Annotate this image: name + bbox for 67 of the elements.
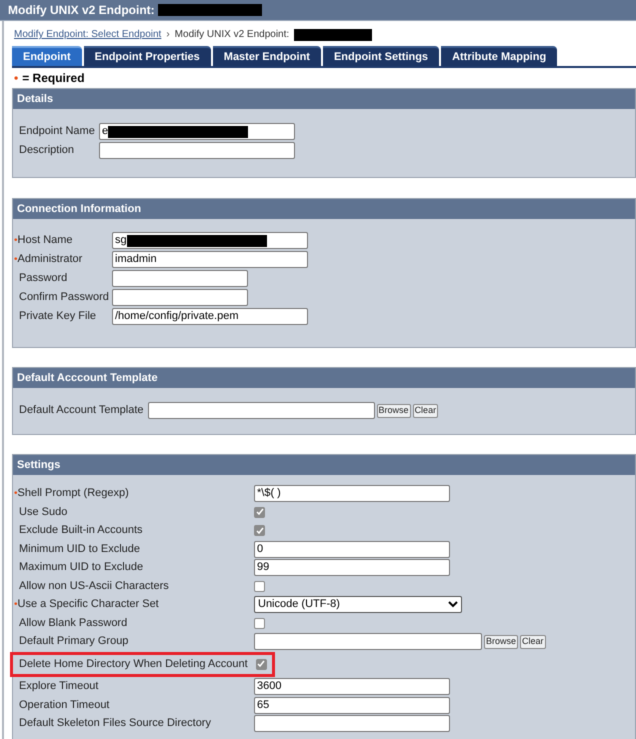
breadcrumb-separator: › xyxy=(166,28,170,42)
field-label: Description xyxy=(19,143,74,158)
breadcrumb-text: Modify UNIX v2 Endpoint: xyxy=(174,28,290,42)
checkbox[interactable] xyxy=(254,580,265,592)
field-label: Confirm Password xyxy=(19,290,109,306)
input-field[interactable] xyxy=(112,289,248,306)
input-field[interactable]: /home/config/private.pem xyxy=(112,308,308,325)
required-marker: • xyxy=(14,234,18,248)
required-marker: • xyxy=(14,253,18,267)
field-label: Delete Home Directory When Deleting Account xyxy=(19,656,248,672)
form-button[interactable]: Browse xyxy=(376,404,411,418)
input-field[interactable]: e xyxy=(99,123,295,140)
field-label: Default Primary Group xyxy=(19,634,128,650)
input-field[interactable]: 3600 xyxy=(254,678,450,695)
panel-header: Details xyxy=(13,89,635,109)
input-field[interactable] xyxy=(99,142,295,159)
field-label: Host Name xyxy=(18,233,73,248)
select-dropdown[interactable]: Unicode (UTF-8) xyxy=(254,596,462,613)
field-label: Shell Prompt (Regexp) xyxy=(18,486,129,502)
field-label: Use a Specific Character Set xyxy=(18,597,159,612)
form-button[interactable]: Clear xyxy=(412,404,438,418)
required-marker: • xyxy=(14,70,18,87)
select-value: Unicode (UTF-8) xyxy=(258,597,340,612)
form-button[interactable]: Browse xyxy=(484,634,518,648)
field-label: Endpoint Name xyxy=(19,124,95,140)
field-label: Minimum UID to Exclude xyxy=(19,542,140,557)
checkbox[interactable] xyxy=(254,618,265,628)
field-label: Allow non US-Ascii Characters xyxy=(19,578,169,594)
required-legend: = Required xyxy=(22,69,85,87)
input-field[interactable] xyxy=(254,633,482,650)
input-field[interactable]: 65 xyxy=(254,696,450,714)
field-label: Private Key File xyxy=(19,309,96,324)
field-label: Default Account Template xyxy=(19,403,144,418)
field-label: Operation Timeout xyxy=(19,698,110,713)
checkbox[interactable] xyxy=(254,525,265,536)
panel-header: Settings xyxy=(13,455,635,475)
field-label: Default Skeleton Files Source Directory xyxy=(19,716,211,732)
tab[interactable]: Endpoint Settings xyxy=(322,46,440,66)
tab[interactable]: Endpoint xyxy=(12,46,82,66)
input-field[interactable] xyxy=(254,715,450,732)
checkbox[interactable] xyxy=(256,658,267,670)
tab[interactable]: Endpoint Properties xyxy=(84,46,211,66)
input-field[interactable]: *\$( ) xyxy=(254,485,450,502)
input-field[interactable]: 0 xyxy=(254,540,450,558)
input-field[interactable]: 99 xyxy=(254,559,450,576)
field-label: Maximum UID to Exclude xyxy=(19,560,144,576)
form-button[interactable]: Clear xyxy=(520,634,546,648)
field-label: Exclude Built-in Accounts xyxy=(19,523,143,538)
field-label: Password xyxy=(19,271,68,286)
checkbox[interactable] xyxy=(254,506,265,518)
input-field[interactable]: sg xyxy=(112,232,308,249)
panel-header: Connection Information xyxy=(13,199,635,219)
field-label: Administrator xyxy=(18,252,82,268)
field-label: Use Sudo xyxy=(19,504,68,520)
input-field[interactable] xyxy=(112,270,248,287)
required-marker: • xyxy=(14,598,18,612)
tab[interactable]: Master Endpoint xyxy=(212,46,321,66)
chevron-down-icon xyxy=(448,601,458,608)
field-label: Explore Timeout xyxy=(19,679,98,694)
window-title: Modify UNIX v2 Endpoint: xyxy=(8,2,155,19)
tab[interactable]: Attribute Mapping xyxy=(441,46,558,66)
required-marker: • xyxy=(14,487,18,501)
input-field[interactable] xyxy=(148,402,375,419)
field-label: Allow Blank Password xyxy=(19,616,128,631)
input-field[interactable]: imadmin xyxy=(112,251,308,268)
panel-header: Default Acccount Template xyxy=(13,368,635,388)
breadcrumb-link[interactable]: Modify Endpoint: Select Endpoint xyxy=(14,27,162,42)
